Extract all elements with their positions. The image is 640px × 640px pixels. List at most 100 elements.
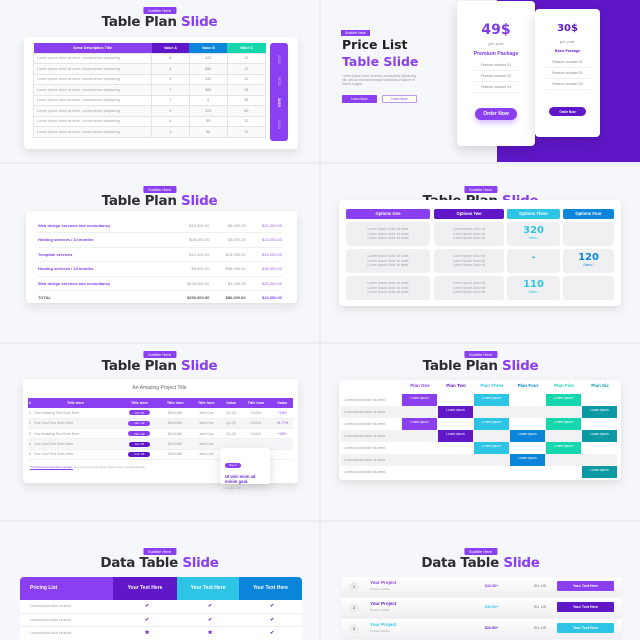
- cross-icon: ✖: [208, 630, 213, 636]
- order-now-button[interactable]: Order Now: [549, 107, 586, 116]
- matrix-row-label: Lorem ipsum dolor sit amet.: [340, 454, 617, 466]
- slide-data-table-pricing[interactable]: Subtitle Here Data Table Slide Pricing L…: [0, 522, 319, 640]
- value-change: -: [271, 449, 293, 460]
- subtitle-badge: Subtitle Here: [142, 7, 177, 14]
- col-header: Value A: [151, 43, 190, 53]
- amount-1: $12,000.00: [168, 247, 210, 262]
- cell-value-b: 55: [188, 115, 228, 127]
- option-cell: Lorem ipsum dolor sit amet Lorem ipsum do…: [346, 276, 430, 300]
- date-cell: Feb '23: [119, 449, 160, 460]
- stat-label: Sales !: [528, 290, 539, 294]
- lorem-line: Lorem ipsum dolor sit amet: [367, 263, 409, 267]
- plan-period: per year: [488, 41, 504, 46]
- total-1: $250,000.00: [168, 290, 210, 306]
- amount-3: $25,000.00: [245, 276, 282, 291]
- cell-value-c: 80: [226, 105, 267, 117]
- project-price: $32.50+: [485, 605, 499, 609]
- date-cell: Jan '23: [119, 438, 160, 450]
- subtitle-badge: Subtitle Here: [463, 548, 498, 555]
- lorem-line: Lorem ipsum dolor sit: [452, 263, 486, 267]
- cell-value-c: 12: [226, 52, 267, 64]
- date-pill[interactable]: Nov '22: [128, 420, 151, 426]
- table-row: Lorem ipsum dolor sit amet, consectetuer…: [33, 105, 267, 117]
- date-pill[interactable]: Jan '23: [128, 441, 151, 447]
- slide-table-plan-matrix[interactable]: Subtitle Here Table Plan Slide Plan One P…: [321, 344, 640, 520]
- slide-table-plan-values[interactable]: Subtitle Here Table Plan Slide Some Desc…: [0, 0, 319, 162]
- slide-table-plan-options[interactable]: Subtitle Here Table Plan Slide Options O…: [321, 164, 640, 342]
- cell-value-c: 12: [226, 115, 267, 127]
- amount: $240,560: [159, 428, 191, 440]
- year-option[interactable]: 2024: [277, 120, 282, 129]
- table-row: 3 Your Amazing Text Goes Here Dec '22 $240,…: [28, 428, 293, 440]
- pricing-card-basic: 30$ per year Basic Package Feature numbe…: [535, 9, 600, 137]
- slide-data-table-projects[interactable]: Subtitle Here Data Table Slide 1 Your Pro…: [321, 522, 640, 640]
- option-cell: Lorem ipsum dolor sit amet Lorem ipsum do…: [346, 249, 430, 273]
- description: Lorem ipsum dolor sit amet, consectetur …: [342, 74, 417, 86]
- table-row: Lorem ipsum dolor sit amet, consectetuer…: [33, 115, 267, 127]
- plan-cell: Lorem ipsum: [546, 442, 581, 454]
- option-header: Options Two: [434, 209, 504, 219]
- project-row: 2 Your Project Project subtitle $32.50+ EU, …: [341, 598, 622, 617]
- title-main: Table Plan: [101, 193, 177, 209]
- date-cell: Nov '22: [119, 418, 160, 430]
- matrix-row-label: Lorem ipsum dolor sit amet.: [344, 470, 386, 474]
- service-name: Hosting services / 24 months: [38, 261, 169, 277]
- cell-value-a: 6: [151, 115, 190, 127]
- plan-cell: Lorem ipsum: [582, 430, 617, 442]
- project-row: 3 Your Project Project subtitle $22.50+ EU, …: [341, 619, 622, 638]
- tooltip-badge: Day 1: [225, 462, 241, 468]
- row-description: Lorem ipsum dolor sit amet, consectetuer…: [33, 63, 152, 75]
- amount-3: $21,000.00: [245, 218, 282, 233]
- plan-cell: Lorem ipsum: [510, 430, 545, 442]
- learn-more-button[interactable]: Learn More: [342, 95, 377, 103]
- check-icon: ✔: [270, 603, 275, 609]
- row-number: 3: [349, 623, 359, 634]
- plan-cell: Lorem ipsum: [438, 406, 473, 418]
- cell-value-a: 6: [151, 52, 190, 64]
- year-selector[interactable]: 2021 2022 2023 2024: [270, 43, 288, 141]
- option-header: Options Four: [563, 209, 614, 219]
- plan-cell: Lorem ipsum: [438, 430, 473, 442]
- cell-value-b: 323: [188, 105, 228, 117]
- cross-icon: ✖: [145, 630, 150, 636]
- plan-cell: Lorem ipsum: [510, 454, 545, 466]
- date-pill[interactable]: Dec '22: [128, 431, 151, 437]
- col-header: Some Description Title: [33, 43, 152, 53]
- table-row: Web design services and consultancy $13,0…: [38, 218, 282, 233]
- project-subtitle: Project subtitle: [370, 629, 390, 633]
- year-option[interactable]: 2022: [277, 77, 282, 86]
- year-option[interactable]: 2023: [277, 98, 282, 107]
- quarter: Q1-Q4: [221, 408, 241, 419]
- plan-cell: Lorem ipsum: [474, 394, 509, 406]
- project-subtitle: Project subtitle: [370, 587, 390, 591]
- slide-price-list[interactable]: Subtitle Here Price List Table Slide Lor…: [321, 0, 640, 162]
- slide-table-plan-services[interactable]: Subtitle Here Table Plan Slide Web desig…: [0, 164, 319, 342]
- stat-value: 320: [523, 225, 544, 236]
- person: John Doe: [190, 418, 222, 430]
- row-text: Your Amazing Text Goes Here: [31, 428, 120, 440]
- row-description: Lorem ipsum dolor sit amet, consectetuer…: [33, 115, 152, 127]
- col-header: Title here: [119, 398, 160, 408]
- stat-cell: [563, 276, 614, 300]
- total-row: TOTAL $250,000.00 $86,000.00 $13,000.00: [38, 290, 282, 306]
- amount-1: $128,000.00: [168, 276, 210, 291]
- project-action-button[interactable]: Your Text Here: [557, 581, 614, 591]
- project-title: Your Project: [370, 622, 397, 627]
- project-action-button[interactable]: Your Text Here: [557, 602, 614, 612]
- plan-header: Plan Three: [480, 383, 504, 388]
- order-now-button[interactable]: Order Now: [475, 108, 517, 120]
- plan-header: Plan Five: [554, 383, 574, 388]
- learn-more-outline-button[interactable]: Learn More: [382, 95, 417, 103]
- date-pill[interactable]: Oct '22: [128, 410, 151, 416]
- date-cell: Dec '22: [119, 428, 160, 440]
- date-pill[interactable]: Feb '23: [128, 451, 151, 457]
- stat-cell: 320 Sales !: [507, 222, 560, 246]
- plan-header: Plan One: [410, 383, 430, 388]
- project-action-button[interactable]: Your Text Here: [557, 623, 614, 633]
- slide-table-plan-project[interactable]: Subtitle Here Table Plan Slide An Amazin…: [0, 344, 319, 520]
- plan-period: per year: [559, 39, 576, 44]
- footnote-link[interactable]: **Ut wisi enim ad minim veniam,: [30, 465, 73, 469]
- amount-2: $13,000.00: [209, 247, 246, 262]
- year-option[interactable]: 2021: [277, 55, 282, 64]
- row-description: Lorem ipsum dolor sit amet, consectetuer…: [33, 73, 152, 85]
